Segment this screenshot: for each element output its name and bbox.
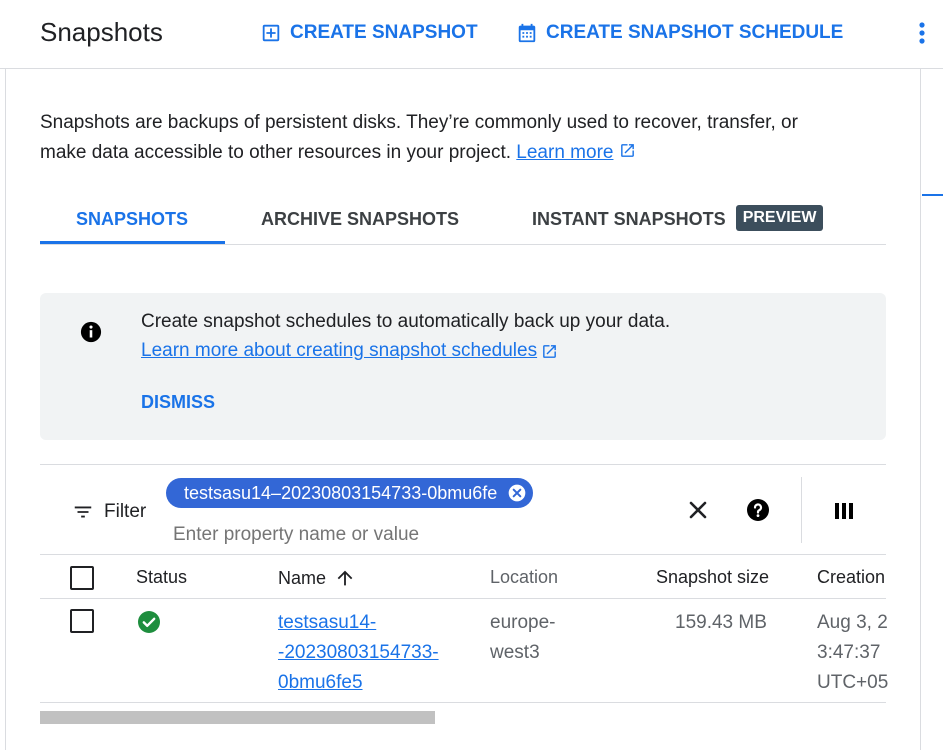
table-header: Status Name Location Snapshot size Creat… (40, 555, 886, 599)
check-circle-icon (138, 611, 160, 633)
row-checkbox[interactable] (70, 609, 94, 633)
horizontal-scrollbar[interactable] (40, 711, 435, 724)
snapshot-name-line-2[interactable]: -20230803154733- (278, 642, 439, 663)
page-header: Snapshots CREATE SNAPSHOT CREATE SNAPSHO… (0, 0, 943, 69)
column-display-icon[interactable] (832, 499, 856, 523)
tab-archive-snapshots-label: ARCHIVE SNAPSHOTS (261, 208, 460, 229)
learn-more-link[interactable]: Learn more (516, 142, 613, 163)
page-title: Snapshots (40, 17, 163, 47)
info-banner: Create snapshot schedules to automatical… (40, 293, 886, 440)
filter-label: Filter (104, 501, 147, 522)
column-header-snapshot-size[interactable]: Snapshot size (656, 567, 769, 588)
create-snapshot-schedule-button[interactable]: CREATE SNAPSHOT SCHEDULE (516, 20, 843, 46)
clear-filter-icon[interactable] (686, 498, 710, 522)
tab-archive-snapshots[interactable]: ARCHIVE SNAPSHOTS (261, 195, 459, 243)
creation-line-3: UTC+05 (817, 672, 889, 693)
more-vert-icon (919, 22, 925, 44)
tab-snapshots-label: SNAPSHOTS (76, 208, 189, 229)
snapshot-tabs: SNAPSHOTS ARCHIVE SNAPSHOTS INSTANT SNAP… (40, 195, 886, 245)
creation-line-1: Aug 3, 2 (817, 612, 888, 633)
active-tab-indicator (40, 241, 225, 244)
creation-cell: Aug 3, 2 3:47:37 UTC+05 (817, 608, 888, 698)
banner-link-label: Learn more about creating snapshot sched… (141, 340, 538, 361)
location-cell: europe- west3 (490, 608, 556, 668)
snapshot-name-line-1[interactable]: testsasu14- (278, 612, 376, 633)
add-box-icon (262, 24, 280, 42)
external-link-icon (620, 144, 634, 157)
column-header-name-label: Name (278, 567, 327, 588)
location-line-1: europe- (490, 612, 556, 633)
dismiss-button[interactable]: DISMISS (141, 392, 215, 413)
calendar-icon (518, 23, 536, 43)
tab-snapshots[interactable]: SNAPSHOTS (76, 195, 188, 243)
filter-chip[interactable]: testsasu14–20230803154733-0bmu6fe (166, 478, 534, 508)
description-text: Snapshots are backups of persistent disk… (40, 112, 798, 163)
location-line-2: west3 (490, 642, 540, 663)
column-header-name[interactable]: Name (278, 567, 356, 589)
create-schedule-label: CREATE SNAPSHOT SCHEDULE (546, 22, 844, 43)
toolbar-divider (801, 477, 802, 543)
filter-button[interactable]: Filter (72, 501, 146, 523)
column-header-status[interactable]: Status (136, 567, 187, 588)
external-link-icon (543, 344, 556, 358)
tab-instant-snapshots-label: INSTANT SNAPSHOTS (532, 208, 726, 229)
create-snapshot-button[interactable]: CREATE SNAPSHOT (260, 20, 478, 46)
column-header-creation[interactable]: Creation (817, 567, 885, 588)
tab-instant-snapshots[interactable]: INSTANT SNAPSHOTS PREVIEW (532, 195, 824, 243)
column-header-location[interactable]: Location (490, 567, 558, 588)
banner-text: Create snapshot schedules to automatical… (141, 311, 671, 332)
right-side-panel (920, 69, 943, 750)
chip-remove-icon[interactable] (507, 483, 527, 503)
select-all-checkbox[interactable] (70, 566, 94, 590)
more-options-button[interactable] (910, 18, 934, 48)
info-icon (80, 321, 102, 343)
page-description: Snapshots are backups of persistent disk… (40, 108, 820, 168)
snapshots-page: Snapshots CREATE SNAPSHOT CREATE SNAPSHO… (0, 0, 943, 750)
table-row: testsasu14- -20230803154733- 0bmu6fe5 eu… (40, 599, 888, 703)
snapshot-schedules-learn-more-link[interactable]: Learn more about creating snapshot sched… (141, 340, 558, 362)
filter-chip-label: testsasu14–20230803154733-0bmu6fe (184, 483, 498, 503)
help-icon[interactable] (746, 498, 770, 522)
snapshot-size-cell: 159.43 MB (675, 612, 767, 633)
right-panel-accent (922, 194, 943, 196)
filter-list-icon (74, 506, 92, 518)
snapshot-name-line-3[interactable]: 0bmu6fe5 (278, 672, 363, 693)
preview-badge: PREVIEW (735, 205, 824, 231)
creation-line-2: 3:47:37 (817, 642, 881, 663)
left-edge-divider (0, 69, 6, 750)
create-snapshot-label: CREATE SNAPSHOT (290, 22, 478, 43)
filter-bar: Filter testsasu14–20230803154733-0bmu6fe (40, 464, 886, 555)
filter-input[interactable] (173, 521, 663, 549)
snapshot-name-link[interactable]: testsasu14- -20230803154733- 0bmu6fe5 (278, 608, 439, 698)
arrow-upward-icon (337, 570, 353, 586)
